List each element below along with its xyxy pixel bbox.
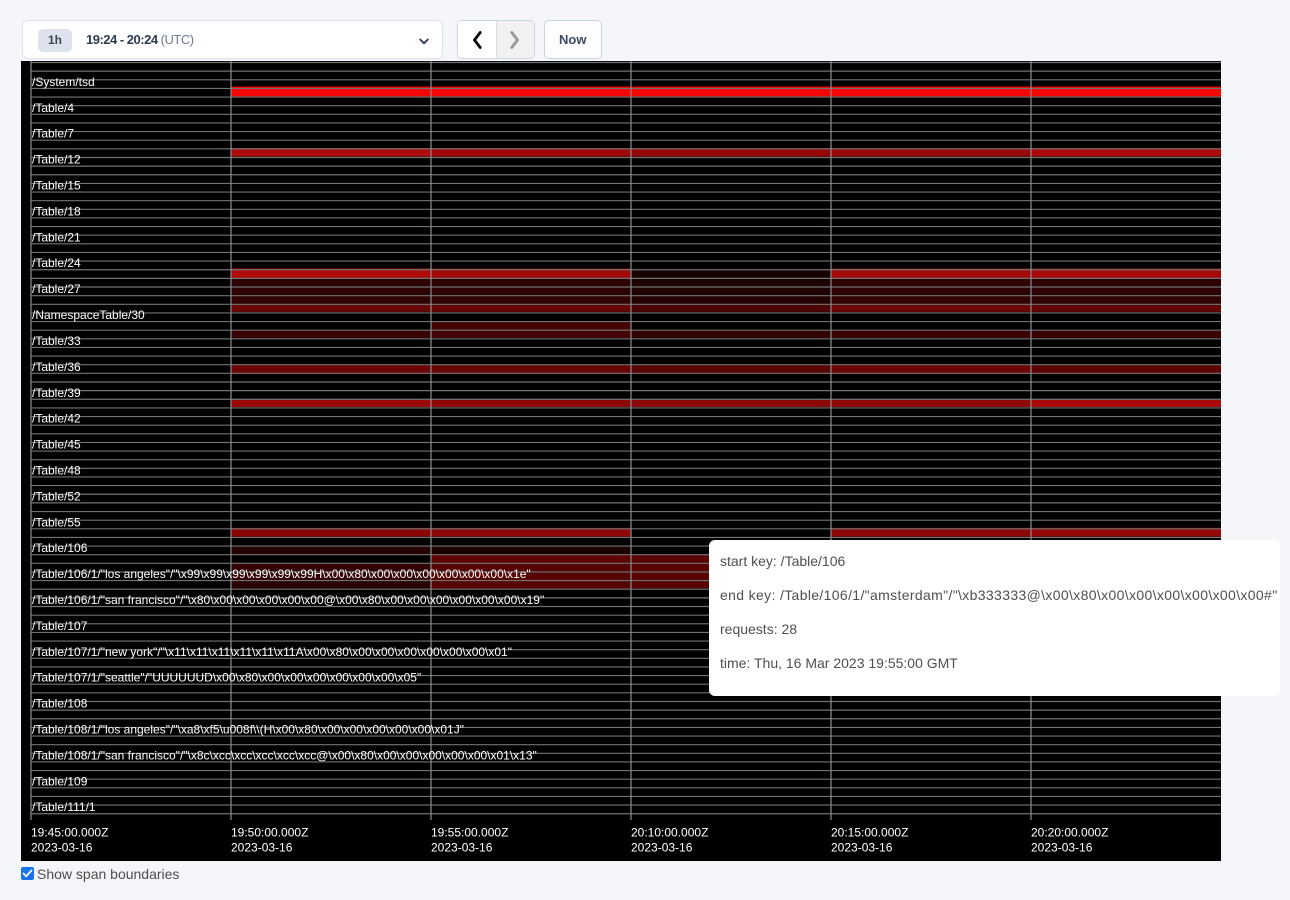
svg-text:2023-03-16: 2023-03-16 — [231, 841, 293, 855]
svg-text:/Table/108/1/"los angeles"/"\x: /Table/108/1/"los angeles"/"\xa8\xf5\u00… — [32, 723, 464, 737]
svg-text:/Table/27: /Table/27 — [32, 282, 81, 296]
svg-text:/Table/18: /Table/18 — [32, 204, 81, 218]
svg-text:2023-03-16: 2023-03-16 — [431, 841, 493, 855]
svg-text:/System/tsd: /System/tsd — [32, 75, 95, 89]
svg-text:19:45:00.000Z: 19:45:00.000Z — [31, 826, 108, 840]
svg-text:20:15:00.000Z: 20:15:00.000Z — [831, 826, 908, 840]
svg-text:/Table/7: /Table/7 — [32, 127, 74, 141]
svg-text:/Table/12: /Table/12 — [32, 153, 81, 167]
svg-text:/Table/33: /Table/33 — [32, 334, 81, 348]
svg-text:/Table/45: /Table/45 — [32, 438, 81, 452]
svg-text:/Table/106/1/"san francisco"/": /Table/106/1/"san francisco"/"\x80\x00\x… — [32, 593, 544, 607]
svg-text:/Table/21: /Table/21 — [32, 230, 81, 244]
svg-text:/Table/106/1/"los angeles"/"\x: /Table/106/1/"los angeles"/"\x99\x99\x99… — [32, 567, 531, 581]
svg-text:2023-03-16: 2023-03-16 — [31, 841, 93, 855]
svg-text:2023-03-16: 2023-03-16 — [631, 841, 693, 855]
svg-text:/Table/108/1/"san francisco"/": /Table/108/1/"san francisco"/"\x8c\xcc\x… — [32, 748, 537, 762]
svg-text:/Table/107/1/"new york"/"\x11\: /Table/107/1/"new york"/"\x11\x11\x11\x1… — [32, 645, 512, 659]
svg-text:/NamespaceTable/30: /NamespaceTable/30 — [32, 308, 145, 322]
svg-text:/Table/36: /Table/36 — [32, 360, 81, 374]
svg-text:/Table/55: /Table/55 — [32, 515, 81, 529]
svg-text:/Table/15: /Table/15 — [32, 179, 81, 193]
svg-text:20:10:00.000Z: 20:10:00.000Z — [631, 826, 708, 840]
svg-text:/Table/109: /Table/109 — [32, 774, 88, 788]
svg-text:/Table/39: /Table/39 — [32, 386, 81, 400]
svg-text:/Table/52: /Table/52 — [32, 489, 81, 503]
svg-text:/Table/107/1/"seattle"/"UUUUUU: /Table/107/1/"seattle"/"UUUUUUD\x00\x80\… — [32, 671, 421, 685]
svg-text:2023-03-16: 2023-03-16 — [1031, 841, 1093, 855]
svg-text:/Table/106: /Table/106 — [32, 541, 88, 555]
svg-text:/Table/4: /Table/4 — [32, 101, 74, 115]
svg-text:20:20:00.000Z: 20:20:00.000Z — [1031, 826, 1108, 840]
svg-text:/Table/111/1: /Table/111/1 — [32, 800, 96, 814]
svg-text:19:55:00.000Z: 19:55:00.000Z — [431, 826, 508, 840]
svg-text:/Table/48: /Table/48 — [32, 464, 81, 478]
svg-text:19:50:00.000Z: 19:50:00.000Z — [231, 826, 308, 840]
svg-text:2023-03-16: 2023-03-16 — [831, 841, 893, 855]
svg-text:/Table/42: /Table/42 — [32, 412, 81, 426]
svg-text:/Table/108: /Table/108 — [32, 697, 88, 711]
svg-text:/Table/107: /Table/107 — [32, 619, 88, 633]
svg-text:/Table/24: /Table/24 — [32, 256, 81, 270]
